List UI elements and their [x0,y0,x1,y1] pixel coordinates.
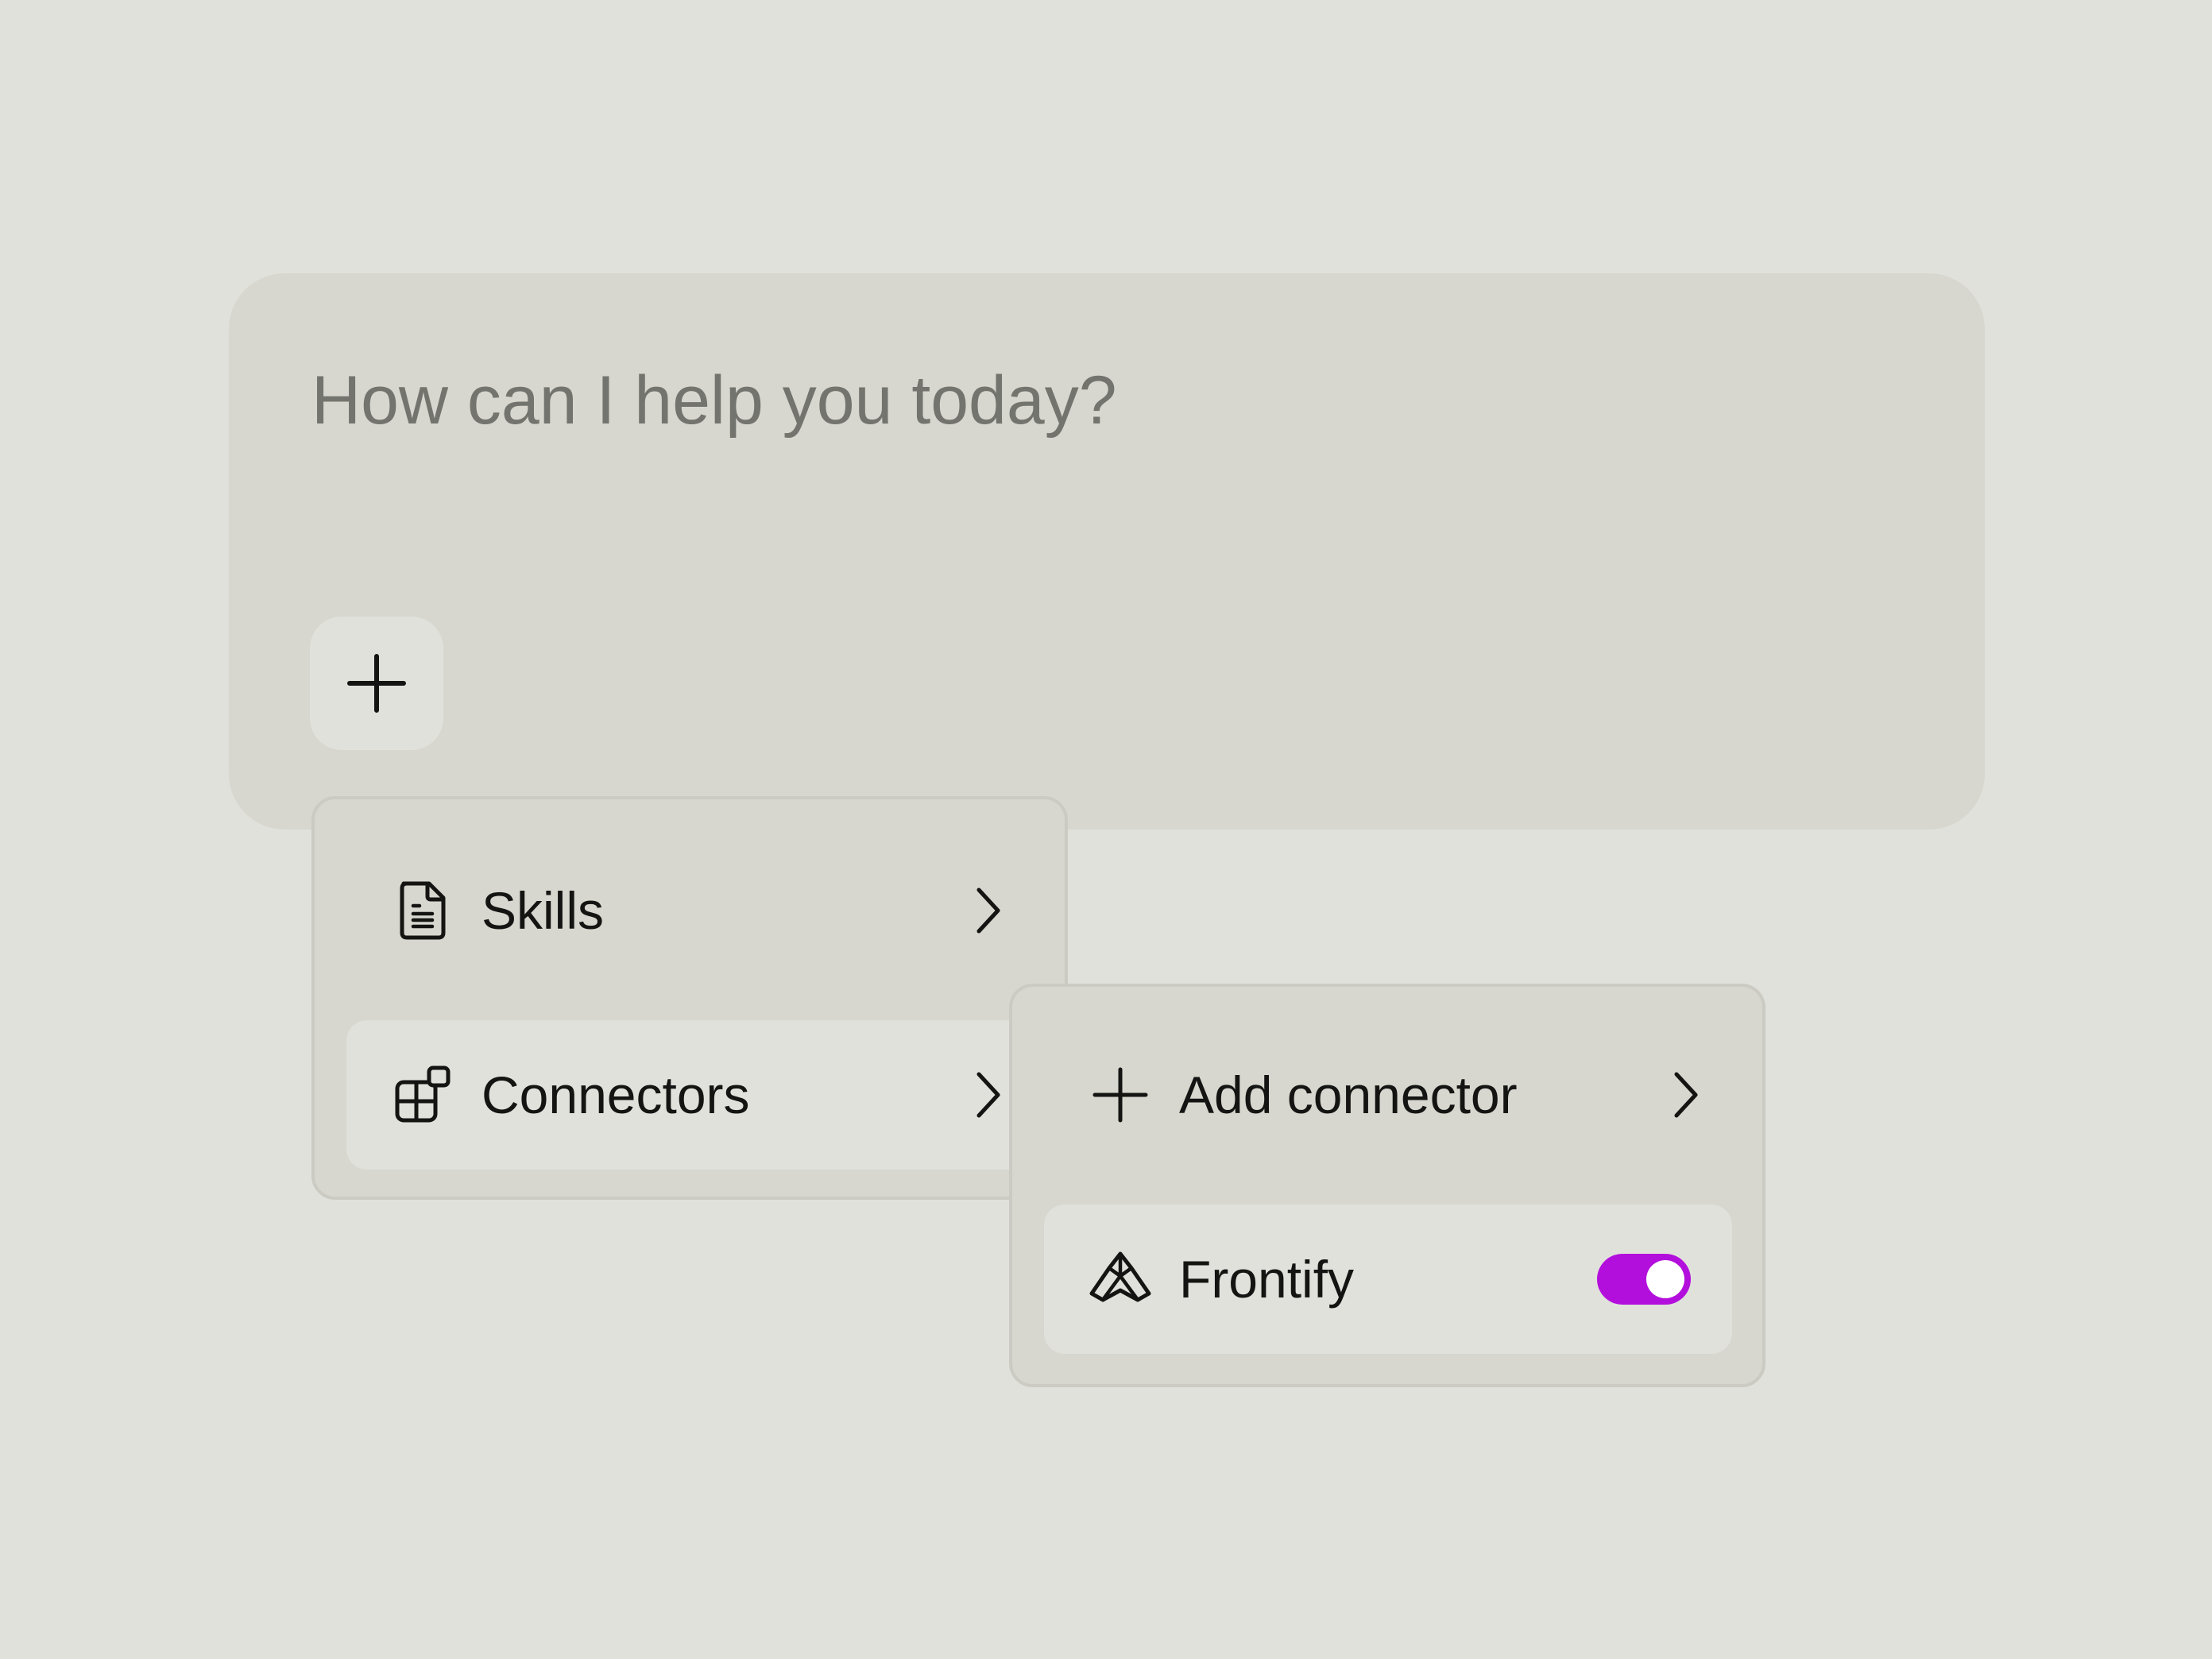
menu-item-skills[interactable]: Skills [346,836,1034,985]
connectors-submenu: Add connector Frontify [1009,984,1765,1387]
connectors-icon [391,1063,454,1127]
frontify-logo-icon [1089,1247,1152,1311]
add-connector-item[interactable]: Add connector [1044,1020,1732,1170]
frontify-toggle[interactable] [1597,1254,1691,1305]
menu-item-label: Skills [481,881,605,940]
chat-composer [229,273,1985,830]
add-connector-label: Add connector [1179,1065,1518,1124]
chevron-right-icon [1661,1063,1708,1127]
connector-item-frontify[interactable]: Frontify [1044,1205,1732,1354]
plus-icon [347,654,406,713]
document-icon [391,879,454,942]
add-menu: Skills Connectors [311,796,1068,1200]
connector-label: Frontify [1179,1250,1355,1309]
menu-item-label: Connectors [481,1065,750,1124]
chevron-right-icon [963,1063,1011,1127]
menu-item-connectors[interactable]: Connectors [346,1020,1034,1170]
chevron-right-icon [963,879,1011,942]
toggle-knob [1646,1260,1684,1298]
message-input[interactable] [311,353,1821,448]
add-button[interactable] [310,617,443,750]
plus-icon [1089,1063,1152,1127]
